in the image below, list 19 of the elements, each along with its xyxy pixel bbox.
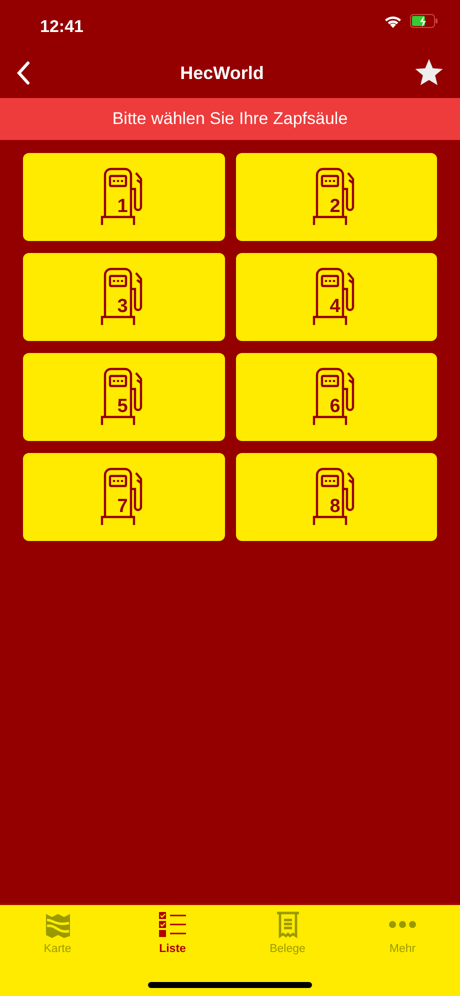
pump-button[interactable]: 3 bbox=[23, 253, 224, 341]
wifi-icon bbox=[384, 14, 402, 28]
battery-icon bbox=[410, 14, 438, 28]
pump-button[interactable]: 8 bbox=[236, 453, 437, 541]
back-button[interactable] bbox=[16, 60, 30, 86]
tab-bar-item[interactable]: Liste bbox=[115, 905, 230, 960]
map-icon bbox=[44, 911, 72, 939]
pump-button[interactable]: 5 bbox=[23, 353, 224, 441]
more-icon bbox=[389, 921, 416, 928]
star-button[interactable] bbox=[414, 59, 444, 87]
nav-title: HecWorld bbox=[180, 62, 264, 84]
checklist-icon bbox=[158, 911, 188, 939]
banner-text: Bitte wählen Sie Ihre Zapfsäule bbox=[112, 108, 348, 130]
status-time: 12:41 bbox=[40, 16, 84, 38]
pump-button[interactable]: 2 bbox=[236, 153, 437, 241]
pump-button[interactable]: 4 bbox=[236, 253, 437, 341]
pump-button[interactable]: 7 bbox=[23, 453, 224, 541]
pump-button[interactable]: 1 bbox=[23, 153, 224, 241]
pump-button[interactable]: 6 bbox=[236, 353, 437, 441]
